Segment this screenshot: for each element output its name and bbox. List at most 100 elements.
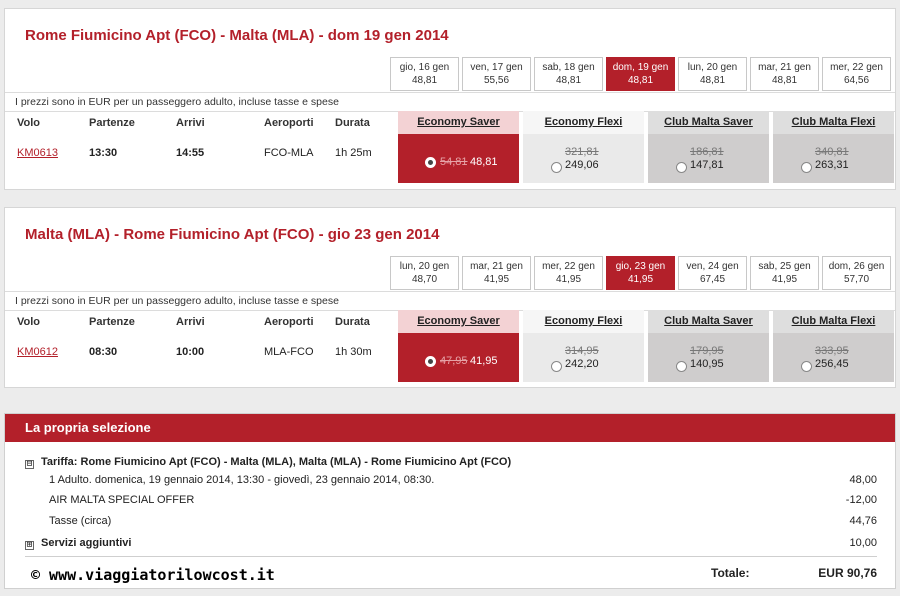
date-tab-selected[interactable]: dom, 19 gen 48,81 (606, 57, 675, 91)
fare-option-economy-flexi[interactable]: 314,95 242,20 (523, 333, 644, 382)
fare-header-club-malta-saver[interactable]: Club Malta Saver (648, 111, 769, 134)
fare-breakdown-line: AIR MALTA SPECIAL OFFER -12,00 (25, 494, 877, 506)
fare-option-club-malta-saver[interactable]: 179,95 140,95 (648, 333, 769, 382)
return-flight-panel: Malta (MLA) - Rome Fiumicino Apt (FCO) -… (4, 207, 896, 388)
return-date-tabs: lun, 20 gen 48,70 mar, 21 gen 41,95 mer, 2… (387, 256, 891, 290)
date-tab-price: 41,95 (555, 274, 582, 285)
column-header-duration: Durata (335, 117, 370, 129)
date-tab[interactable]: sab, 18 gen 48,81 (534, 57, 603, 91)
price-info-text: I prezzi sono in EUR per un passeggero a… (5, 291, 895, 311)
date-tab-price: 48,81 (699, 75, 726, 86)
line-amount: 48,00 (849, 474, 877, 486)
date-tab[interactable]: ven, 24 gen 67,45 (678, 256, 747, 290)
fare-breakdown-line: Tasse (circa) 44,76 (25, 515, 877, 527)
flight-number[interactable]: KM0612 (17, 346, 58, 358)
discounted-price: 249,06 (565, 159, 599, 171)
total-value: EUR 90,76 (818, 566, 877, 580)
date-tab-label: mer, 22 gen (830, 62, 883, 73)
fare-radio[interactable] (676, 162, 687, 173)
date-tab-label: mar, 21 gen (470, 261, 523, 272)
fare-option-economy-saver[interactable]: 47,95 41,95 (398, 333, 519, 382)
date-tab-price: 64,56 (843, 75, 870, 86)
original-price: 47,95 (440, 355, 468, 367)
line-label: 1 Adulto. domenica, 19 gennaio 2014, 13:… (49, 474, 435, 486)
column-header-arrival: Arrivi (176, 117, 205, 129)
tariff-label: Tariffa: Rome Fiumicino Apt (FCO) - Malt… (41, 456, 512, 468)
discounted-price: 41,95 (470, 355, 498, 367)
date-tab-price: 67,45 (699, 274, 726, 285)
column-header-flight: Volo (17, 316, 41, 328)
fare-header-club-malta-flexi[interactable]: Club Malta Flexi (773, 310, 894, 333)
date-tab[interactable]: gio, 16 gen 48,81 (390, 57, 459, 91)
date-tab-label: lun, 20 gen (399, 261, 450, 272)
fare-option-club-malta-flexi[interactable]: 333,95 256,45 (773, 333, 894, 382)
selection-header: La propria selezione (5, 414, 895, 442)
fare-option-club-malta-saver[interactable]: 186,81 147,81 (648, 134, 769, 183)
date-tab[interactable]: lun, 20 gen 48,81 (678, 57, 747, 91)
fare-header-economy-flexi[interactable]: Economy Flexi (523, 111, 644, 134)
date-tab[interactable]: sab, 25 gen 41,95 (750, 256, 819, 290)
discounted-price: 242,20 (565, 358, 599, 370)
date-tab-price: 57,70 (843, 274, 870, 285)
date-tab-label: lun, 20 gen (687, 62, 738, 73)
date-tab[interactable]: mar, 21 gen 48,81 (750, 57, 819, 91)
flight-duration: 1h 30m (335, 346, 372, 358)
flight-number-link[interactable]: KM0613 (17, 147, 58, 159)
date-tab-label: gio, 16 gen (399, 62, 450, 73)
fare-header-club-malta-saver[interactable]: Club Malta Saver (648, 310, 769, 333)
collapse-icon[interactable]: ⊟ (25, 460, 34, 469)
fare-option-club-malta-flexi[interactable]: 340,81 263,31 (773, 134, 894, 183)
divider (25, 556, 877, 557)
return-route-title: Malta (MLA) - Rome Fiumicino Apt (FCO) -… (25, 226, 440, 243)
date-tab[interactable]: mer, 22 gen 41,95 (534, 256, 603, 290)
fare-option-economy-flexi[interactable]: 321,81 249,06 (523, 134, 644, 183)
fare-radio[interactable] (801, 162, 812, 173)
date-tab-label: gio, 23 gen (615, 261, 666, 272)
date-tab-label: sab, 25 gen (758, 261, 811, 272)
flight-number[interactable]: KM0613 (17, 147, 58, 159)
discounted-price: 140,95 (690, 358, 724, 370)
original-price: 340,81 (815, 146, 849, 158)
date-tab-price: 48,70 (411, 274, 438, 285)
date-tab[interactable]: lun, 20 gen 48,70 (390, 256, 459, 290)
fare-header-economy-flexi[interactable]: Economy Flexi (523, 310, 644, 333)
arrival-time: 10:00 (176, 346, 205, 358)
column-header-departure: Partenze (89, 117, 135, 129)
fare-radio[interactable] (801, 361, 812, 372)
fare-header-economy-saver[interactable]: Economy Saver (398, 310, 519, 333)
date-tab-selected[interactable]: gio, 23 gen 41,95 (606, 256, 675, 290)
services-row: ⊞ Servizi aggiuntivi 10,00 (25, 537, 877, 550)
fare-radio-selected[interactable] (425, 356, 436, 367)
original-price: 186,81 (690, 146, 724, 158)
column-header-flight: Volo (17, 117, 41, 129)
fare-header-club-malta-flexi[interactable]: Club Malta Flexi (773, 111, 894, 134)
column-header-airports: Aeroporti (264, 117, 314, 129)
fare-radio[interactable] (676, 361, 687, 372)
discounted-price: 256,45 (815, 358, 849, 370)
flight-duration: 1h 25m (335, 147, 372, 159)
fare-radio-selected[interactable] (425, 157, 436, 168)
fare-radio[interactable] (551, 361, 562, 372)
date-tab-price: 48,81 (771, 75, 798, 86)
date-tab[interactable]: mer, 22 gen 64,56 (822, 57, 891, 91)
fare-header-economy-saver[interactable]: Economy Saver (398, 111, 519, 134)
date-tab[interactable]: ven, 17 gen 55,56 (462, 57, 531, 91)
original-price: 179,95 (690, 345, 724, 357)
airports-code: FCO-MLA (264, 147, 314, 159)
flight-number-link[interactable]: KM0612 (17, 346, 58, 358)
expand-icon[interactable]: ⊞ (25, 541, 34, 550)
fare-option-economy-saver[interactable]: 54,81 48,81 (398, 134, 519, 183)
watermark-text: © www.viaggiatorilowcost.it (31, 566, 275, 584)
tariff-row: ⊟ Tariffa: Rome Fiumicino Apt (FCO) - Mal… (25, 456, 877, 469)
original-price: 314,95 (565, 345, 599, 357)
original-price: 333,95 (815, 345, 849, 357)
column-header-airports: Aeroporti (264, 316, 314, 328)
date-tab[interactable]: dom, 26 gen 57,70 (822, 256, 891, 290)
fare-radio[interactable] (551, 162, 562, 173)
arrival-time: 14:55 (176, 147, 205, 159)
discounted-price: 147,81 (690, 159, 724, 171)
services-amount: 10,00 (849, 537, 877, 549)
date-tab-price: 48,81 (555, 75, 582, 86)
date-tab[interactable]: mar, 21 gen 41,95 (462, 256, 531, 290)
discounted-price: 263,31 (815, 159, 849, 171)
